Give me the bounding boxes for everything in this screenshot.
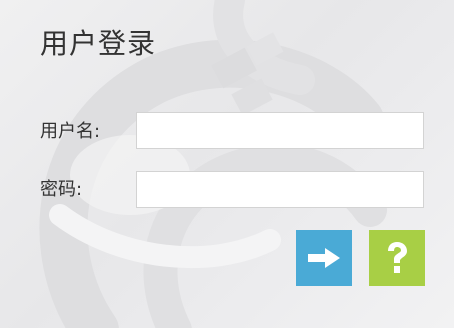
question-mark-icon xyxy=(388,242,407,273)
login-submit-button[interactable] xyxy=(296,230,352,286)
page-title: 用户登录 xyxy=(40,27,157,60)
password-label: 密码: xyxy=(40,179,83,200)
password-input[interactable] xyxy=(136,171,424,208)
username-label: 用户名: xyxy=(40,121,101,142)
login-panel: 用户登录 用户名: 密码: xyxy=(0,0,454,328)
username-input[interactable] xyxy=(136,112,424,149)
help-button[interactable] xyxy=(369,230,425,286)
arrow-right-icon xyxy=(308,248,340,268)
